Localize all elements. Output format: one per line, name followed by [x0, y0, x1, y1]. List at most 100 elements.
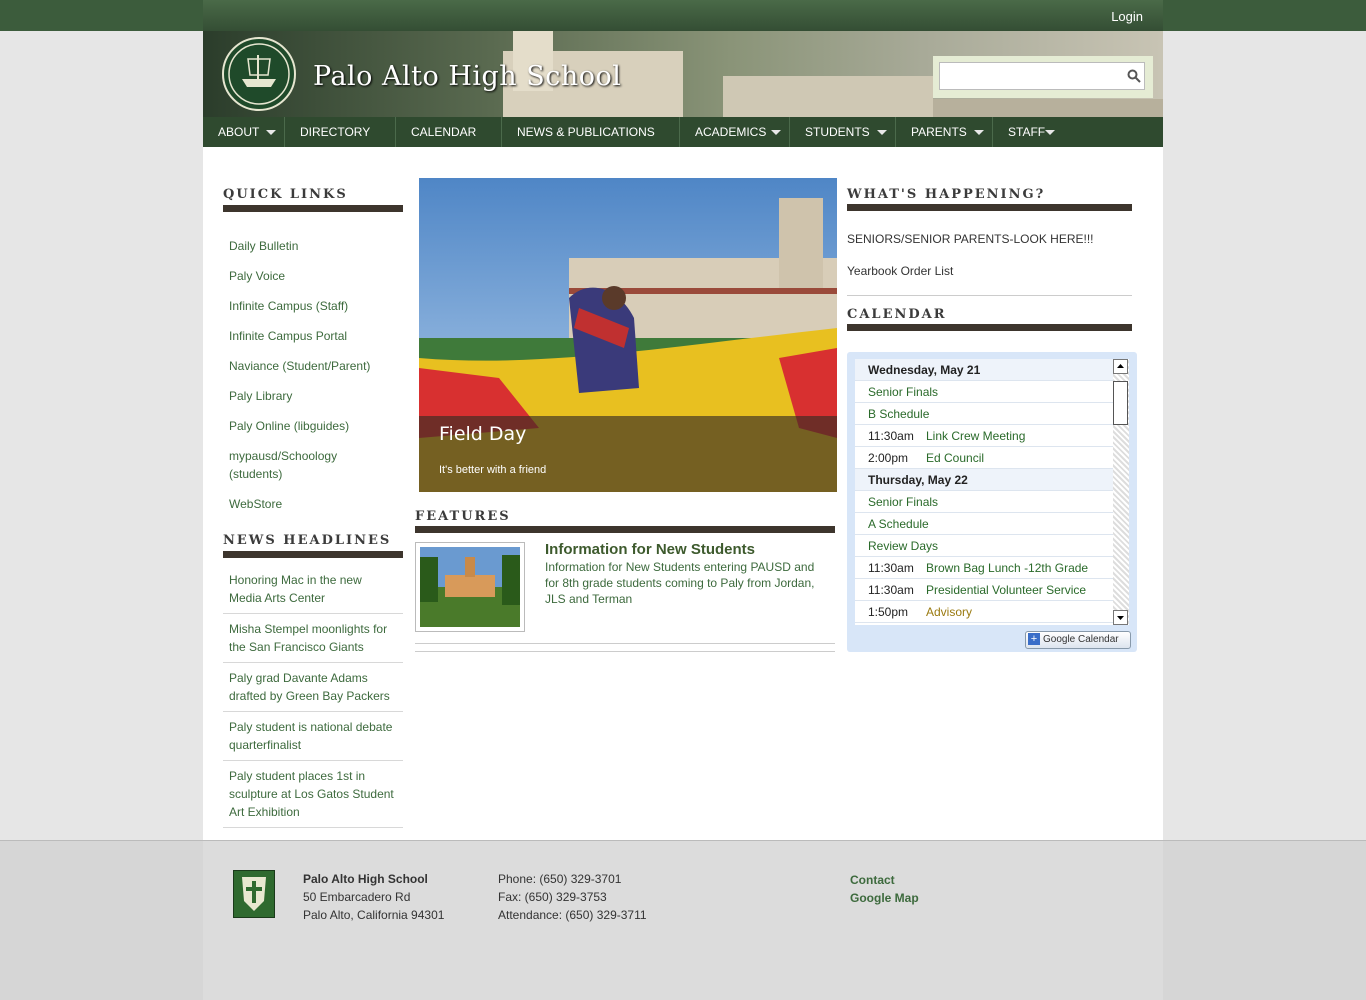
nav-news-publications[interactable]: NEWS & PUBLICATIONS: [502, 117, 680, 147]
calendar-event-title[interactable]: A Schedule: [868, 513, 929, 535]
hero-title: Field Day: [439, 423, 527, 445]
calendar-event[interactable]: Review Days: [855, 535, 1113, 557]
calendar-event[interactable]: 2:00pm Ed Council: [855, 447, 1113, 469]
calendar-event[interactable]: Senior Finals: [855, 491, 1113, 513]
calendar-day-header: Thursday, May 22: [855, 469, 1113, 491]
chevron-down-icon: [974, 130, 984, 135]
news-item[interactable]: Honoring Mac in the new Media Arts Cente…: [223, 571, 403, 614]
scroll-down-icon[interactable]: [1113, 610, 1128, 625]
calendar-event[interactable]: B Schedule: [855, 403, 1113, 425]
whats-happening-link[interactable]: SENIORS/SENIOR PARENTS-LOOK HERE!!!: [847, 232, 1094, 246]
feature-thumbnail[interactable]: [415, 542, 525, 632]
calendar-event-title[interactable]: Advisory: [926, 601, 972, 623]
calendar-event-title[interactable]: Senior Finals: [868, 491, 938, 513]
footer-contact-link[interactable]: Contact: [850, 873, 895, 887]
divider: [415, 643, 835, 644]
quick-link[interactable]: Paly Online (libguides): [229, 417, 349, 435]
calendar-event[interactable]: 11:30am Presidential Volunteer Service: [855, 579, 1113, 601]
building-right-image: [933, 99, 1163, 117]
nav-label: ACADEMICS: [695, 125, 767, 139]
footer-address-line2: Palo Alto, California 94301: [303, 908, 445, 922]
footer-school-name: Palo Alto High School: [303, 872, 428, 886]
calendar-event-title[interactable]: Presidential Volunteer Service: [926, 579, 1086, 601]
footer-google-map-link[interactable]: Google Map: [850, 891, 919, 905]
news-link[interactable]: Paly grad Davante Adams drafted by Green…: [223, 669, 403, 711]
quick-link[interactable]: WebStore: [229, 495, 282, 513]
quick-link[interactable]: Paly Voice: [229, 267, 285, 285]
hero-slideshow[interactable]: Field Day It's better with a friend: [419, 178, 837, 492]
nav-academics[interactable]: ACADEMICS: [680, 117, 790, 147]
footer-phone: Phone: (650) 329-3701: [498, 872, 622, 886]
news-link[interactable]: Misha Stempel moonlights for the San Fra…: [223, 620, 403, 662]
search-input[interactable]: [939, 62, 1145, 90]
calendar-event-title[interactable]: B Schedule: [868, 403, 929, 425]
calendar-event-title[interactable]: Ed Council: [926, 447, 984, 469]
school-logo[interactable]: [222, 37, 296, 111]
calendar-event-title[interactable]: End of Year TA Party: [926, 623, 1036, 625]
nav-calendar[interactable]: CALENDAR: [396, 117, 502, 147]
calendar-event-title[interactable]: Senior Finals: [868, 381, 938, 403]
calendar-event[interactable]: 11:30am Link Crew Meeting: [855, 425, 1113, 447]
chevron-down-icon: [266, 130, 276, 135]
nav-about[interactable]: ABOUT: [203, 117, 285, 147]
news-link[interactable]: Paly student is national debate quarterf…: [223, 718, 403, 760]
nav-label: PARENTS: [911, 125, 967, 139]
calendar-event[interactable]: 1:50pm Advisory: [855, 601, 1113, 623]
calendar-event[interactable]: Senior Finals: [855, 381, 1113, 403]
calendar-agenda-list[interactable]: Wednesday, May 21 Senior Finals B Schedule…: [855, 359, 1113, 625]
google-calendar-button[interactable]: + Google Calendar: [1025, 631, 1131, 649]
nav-label: ABOUT: [218, 125, 260, 139]
quick-link[interactable]: mypausd/Schoology (students): [229, 447, 359, 483]
news-item[interactable]: Paly student is national debate quarterf…: [223, 718, 403, 761]
quick-link[interactable]: Infinite Campus (Staff): [229, 297, 348, 315]
calendar-event[interactable]: 11:30am Brown Bag Lunch -12th Grade: [855, 557, 1113, 579]
quick-link[interactable]: Infinite Campus Portal: [229, 327, 347, 345]
quick-link[interactable]: Daily Bulletin: [229, 237, 298, 255]
footer-logo-icon: [233, 870, 275, 918]
school-name-title: Palo Alto High School: [313, 61, 622, 92]
google-calendar-widget: Wednesday, May 21 Senior Finals B Schedule…: [847, 352, 1137, 652]
calendar-event-title[interactable]: Review Days: [868, 535, 938, 557]
nav-directory[interactable]: DIRECTORY: [285, 117, 396, 147]
nav-students[interactable]: STUDENTS: [790, 117, 896, 147]
news-item[interactable]: Paly student places 1st in sculpture at …: [223, 767, 403, 828]
news-link[interactable]: Honoring Mac in the new Media Arts Cente…: [223, 571, 403, 613]
whats-happening-link[interactable]: Yearbook Order List: [847, 264, 953, 278]
search-icon[interactable]: [1127, 69, 1141, 83]
section-divider: [847, 324, 1132, 331]
feature-title[interactable]: Information for New Students: [545, 541, 755, 558]
section-divider: [847, 204, 1132, 211]
scroll-up-icon[interactable]: [1113, 359, 1128, 374]
quick-link[interactable]: Naviance (Student/Parent): [229, 357, 370, 375]
plus-icon: +: [1028, 633, 1040, 645]
footer-fax: Fax: (650) 329-3753: [498, 890, 607, 904]
login-link[interactable]: Login: [1111, 9, 1143, 24]
google-calendar-label: Google Calendar: [1043, 634, 1119, 645]
chevron-down-icon: [771, 130, 781, 135]
hero-subtitle: It's better with a friend: [439, 464, 547, 476]
footer-address-line1: 50 Embarcadero Rd: [303, 890, 411, 904]
calendar-event[interactable]: A Schedule: [855, 513, 1113, 535]
nav-parents[interactable]: PARENTS: [896, 117, 993, 147]
chevron-down-icon: [1045, 130, 1055, 135]
building-wing-image: [723, 76, 933, 117]
feature-text[interactable]: Information for New Students entering PA…: [545, 559, 825, 607]
footer-inner: Palo Alto High School 50 Embarcadero Rd …: [203, 841, 1163, 1000]
calendar-event-title[interactable]: Brown Bag Lunch -12th Grade: [926, 557, 1088, 579]
search-box: [933, 56, 1153, 98]
news-link[interactable]: Paly student places 1st in sculpture at …: [223, 767, 403, 827]
quick-link[interactable]: Paly Library: [229, 387, 292, 405]
calendar-event-title[interactable]: Link Crew Meeting: [926, 425, 1025, 447]
main-nav: ABOUT DIRECTORY CALENDAR NEWS & PUBLICAT…: [203, 117, 1163, 147]
nav-label: CALENDAR: [411, 125, 477, 139]
news-item[interactable]: Misha Stempel moonlights for the San Fra…: [223, 620, 403, 663]
nav-staff[interactable]: STAFF: [993, 117, 1063, 147]
calendar-scrollbar[interactable]: [1113, 359, 1129, 625]
calendar-event-time: 3:30pm: [868, 623, 908, 625]
nav-label: DIRECTORY: [300, 125, 371, 139]
footer: Palo Alto High School 50 Embarcadero Rd …: [0, 840, 1366, 1000]
news-item[interactable]: Paly grad Davante Adams drafted by Green…: [223, 669, 403, 712]
nav-label: NEWS & PUBLICATIONS: [517, 125, 655, 139]
calendar-event[interactable]: 3:30pm End of Year TA Party: [855, 623, 1113, 625]
scroll-thumb[interactable]: [1113, 381, 1128, 425]
